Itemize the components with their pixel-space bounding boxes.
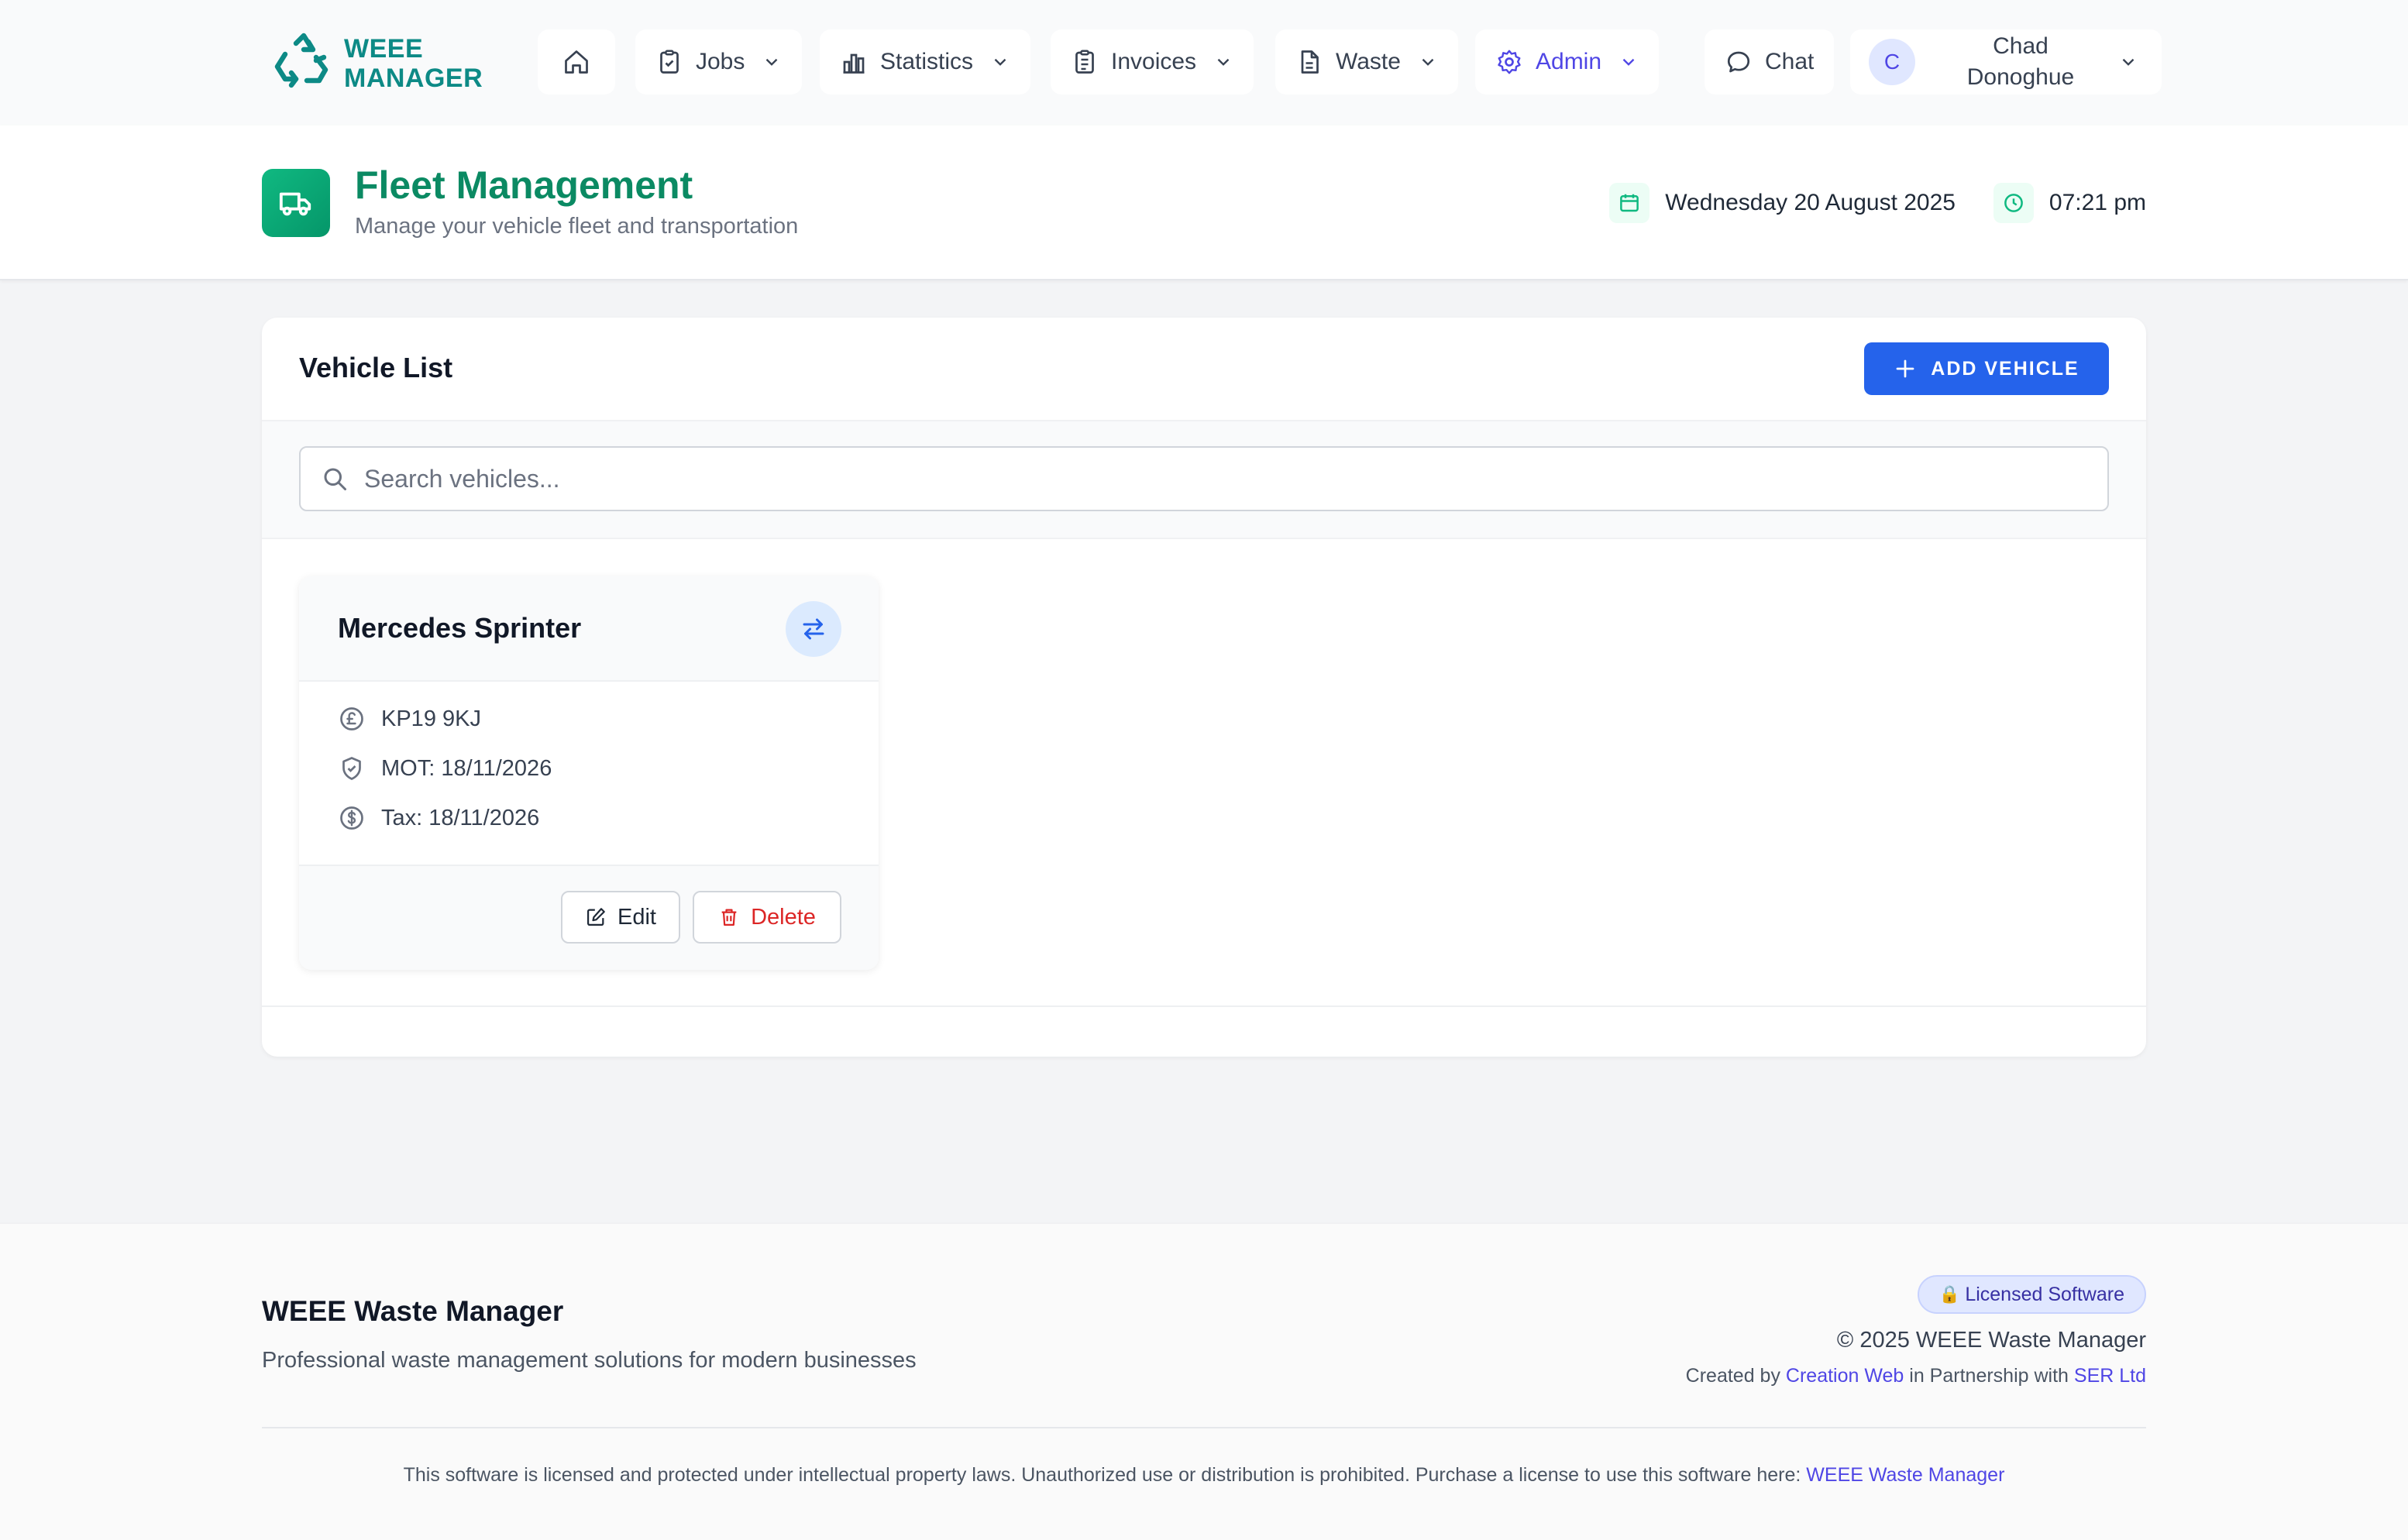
chat-icon: [1727, 51, 1750, 73]
time-text: 07:21 pm: [2049, 190, 2146, 215]
nav-statistics-label: Statistics: [880, 49, 974, 74]
nav-jobs-label: Jobs: [696, 49, 745, 74]
swap-arrows-icon: [803, 618, 824, 640]
ser-ltd-link[interactable]: SER Ltd: [2074, 1365, 2146, 1387]
user-first-name: Chad: [1993, 33, 2049, 59]
nav-admin[interactable]: Admin: [1475, 29, 1660, 95]
chevron-down-icon: [2122, 58, 2135, 66]
add-vehicle-button[interactable]: ADD VEHICLE: [1864, 342, 2109, 395]
logo-line-1: WEEE: [344, 34, 424, 64]
page-subtitle: Manage your vehicle fleet and transporta…: [355, 214, 799, 239]
edit-icon: [587, 908, 605, 926]
trash-icon: [721, 909, 737, 926]
license-badge: 🔒 Licensed Software: [1917, 1275, 2146, 1314]
credits-prefix: Created by: [1685, 1365, 1780, 1387]
top-navigation: WEEE MANAGER Jobs Statistics Invoices Wa…: [0, 0, 2408, 125]
chevron-down-icon: [1422, 58, 1434, 66]
current-time: 07:21 pm: [1993, 183, 2146, 223]
footer-legal: This software is licensed and protected …: [0, 1464, 2408, 1487]
vehicle-tax: Tax: 18/11/2026: [338, 804, 539, 832]
clipboard-list-icon: [1075, 50, 1094, 74]
vehicle-list-header: Vehicle List ADD VEHICLE: [262, 318, 2146, 421]
credits-partnership: in Partnership with: [1909, 1365, 2069, 1387]
nav-invoices-label: Invoices: [1111, 49, 1197, 74]
document-icon: [1301, 50, 1319, 74]
license-purchase-link[interactable]: WEEE Waste Manager: [1806, 1464, 2004, 1486]
lock-icon: 🔒: [1938, 1284, 1961, 1304]
footer-copyright: © 2025 WEEE Waste Manager: [1836, 1328, 2146, 1353]
search-input[interactable]: [364, 464, 2069, 493]
vehicle-name: Mercedes Sprinter: [338, 612, 582, 644]
nav-chat[interactable]: Chat: [1705, 29, 1835, 95]
delete-label: Delete: [751, 904, 816, 930]
nav-home[interactable]: [538, 29, 615, 95]
clock-icon-badge: [1993, 183, 2034, 223]
nav-waste-label: Waste: [1336, 49, 1401, 74]
mot-text: MOT: 18/11/2026: [381, 755, 552, 781]
edit-label: Edit: [617, 904, 656, 930]
footer-divider: [262, 1427, 2146, 1428]
registration-text: KP19 9KJ: [381, 706, 481, 731]
user-last-name: Donoghue: [1966, 64, 2075, 90]
vehicle-mot: MOT: 18/11/2026: [338, 755, 552, 782]
nav-chat-label: Chat: [1765, 49, 1815, 74]
search-icon: [324, 468, 346, 490]
license-badge-text: Licensed Software: [1965, 1283, 2124, 1305]
logo-line-2: MANAGER: [344, 64, 483, 93]
chevron-down-icon: [1622, 58, 1635, 66]
gear-icon: [1498, 50, 1521, 74]
date-text: Wednesday 20 August 2025: [1665, 190, 1956, 215]
chevron-down-icon: [994, 58, 1006, 66]
plus-icon: [1896, 359, 1914, 378]
delete-button[interactable]: Delete: [693, 891, 841, 944]
edit-button[interactable]: Edit: [561, 891, 680, 944]
footer-tagline: Professional waste management solutions …: [262, 1348, 917, 1373]
swap-vehicle-button[interactable]: [786, 601, 841, 657]
tax-text: Tax: 18/11/2026: [381, 805, 540, 830]
search-box[interactable]: [299, 446, 2109, 511]
home-icon: [565, 50, 588, 74]
chevron-down-icon: [766, 58, 778, 66]
nav-waste[interactable]: Waste: [1275, 29, 1458, 95]
page-header: Fleet Management Manage your vehicle fle…: [0, 125, 2408, 280]
vehicle-card-actions: Edit Delete: [299, 865, 879, 970]
clock-icon: [2004, 194, 2023, 212]
footer: WEEE Waste Manager Professional waste ma…: [0, 1222, 2408, 1540]
vehicle-card-header: Mercedes Sprinter: [299, 576, 879, 682]
calendar-icon-badge: [1609, 183, 1650, 223]
search-bar-area: [262, 421, 2146, 539]
bar-chart-icon: [843, 53, 865, 74]
footer-brand: WEEE Waste Manager: [262, 1295, 564, 1327]
nav-statistics[interactable]: Statistics: [820, 29, 1031, 95]
legal-text: This software is licensed and protected …: [403, 1464, 1801, 1486]
nav-invoices[interactable]: Invoices: [1051, 29, 1254, 95]
user-name: Chad Donoghue: [1943, 31, 2098, 93]
chevron-down-icon: [1217, 58, 1230, 66]
clipboard-check-icon: [660, 50, 679, 74]
user-menu[interactable]: C Chad Donoghue: [1850, 29, 2162, 95]
add-vehicle-label: ADD VEHICLE: [1931, 357, 2079, 380]
calendar-icon: [1620, 194, 1639, 212]
avatar: C: [1869, 39, 1915, 85]
page-title: Fleet Management: [355, 163, 693, 207]
pound-icon: [340, 707, 363, 730]
vehicle-card: Mercedes Sprinter KP19 9KJ MOT: 18/11/20…: [299, 576, 879, 970]
current-date: Wednesday 20 August 2025: [1609, 183, 1956, 223]
vehicle-list-title: Vehicle List: [299, 352, 453, 383]
shield-check-icon: [342, 757, 361, 780]
nav-admin-label: Admin: [1536, 49, 1602, 74]
vehicle-registration: KP19 9KJ: [338, 705, 481, 733]
app-logo[interactable]: WEEE MANAGER: [273, 33, 483, 95]
card-divider: [262, 1005, 2146, 1007]
creation-web-link[interactable]: Creation Web: [1786, 1365, 1904, 1387]
recycle-icon: [274, 33, 329, 88]
nav-jobs[interactable]: Jobs: [635, 29, 803, 95]
footer-credits: Created by Creation Web in Partnership w…: [1686, 1365, 2146, 1387]
truck-icon: [279, 192, 311, 216]
dollar-icon: [340, 806, 363, 830]
vehicle-list-card: Vehicle List ADD VEHICLE Mercedes Sprint…: [262, 318, 2146, 1057]
truck-icon-badge: [262, 169, 330, 237]
